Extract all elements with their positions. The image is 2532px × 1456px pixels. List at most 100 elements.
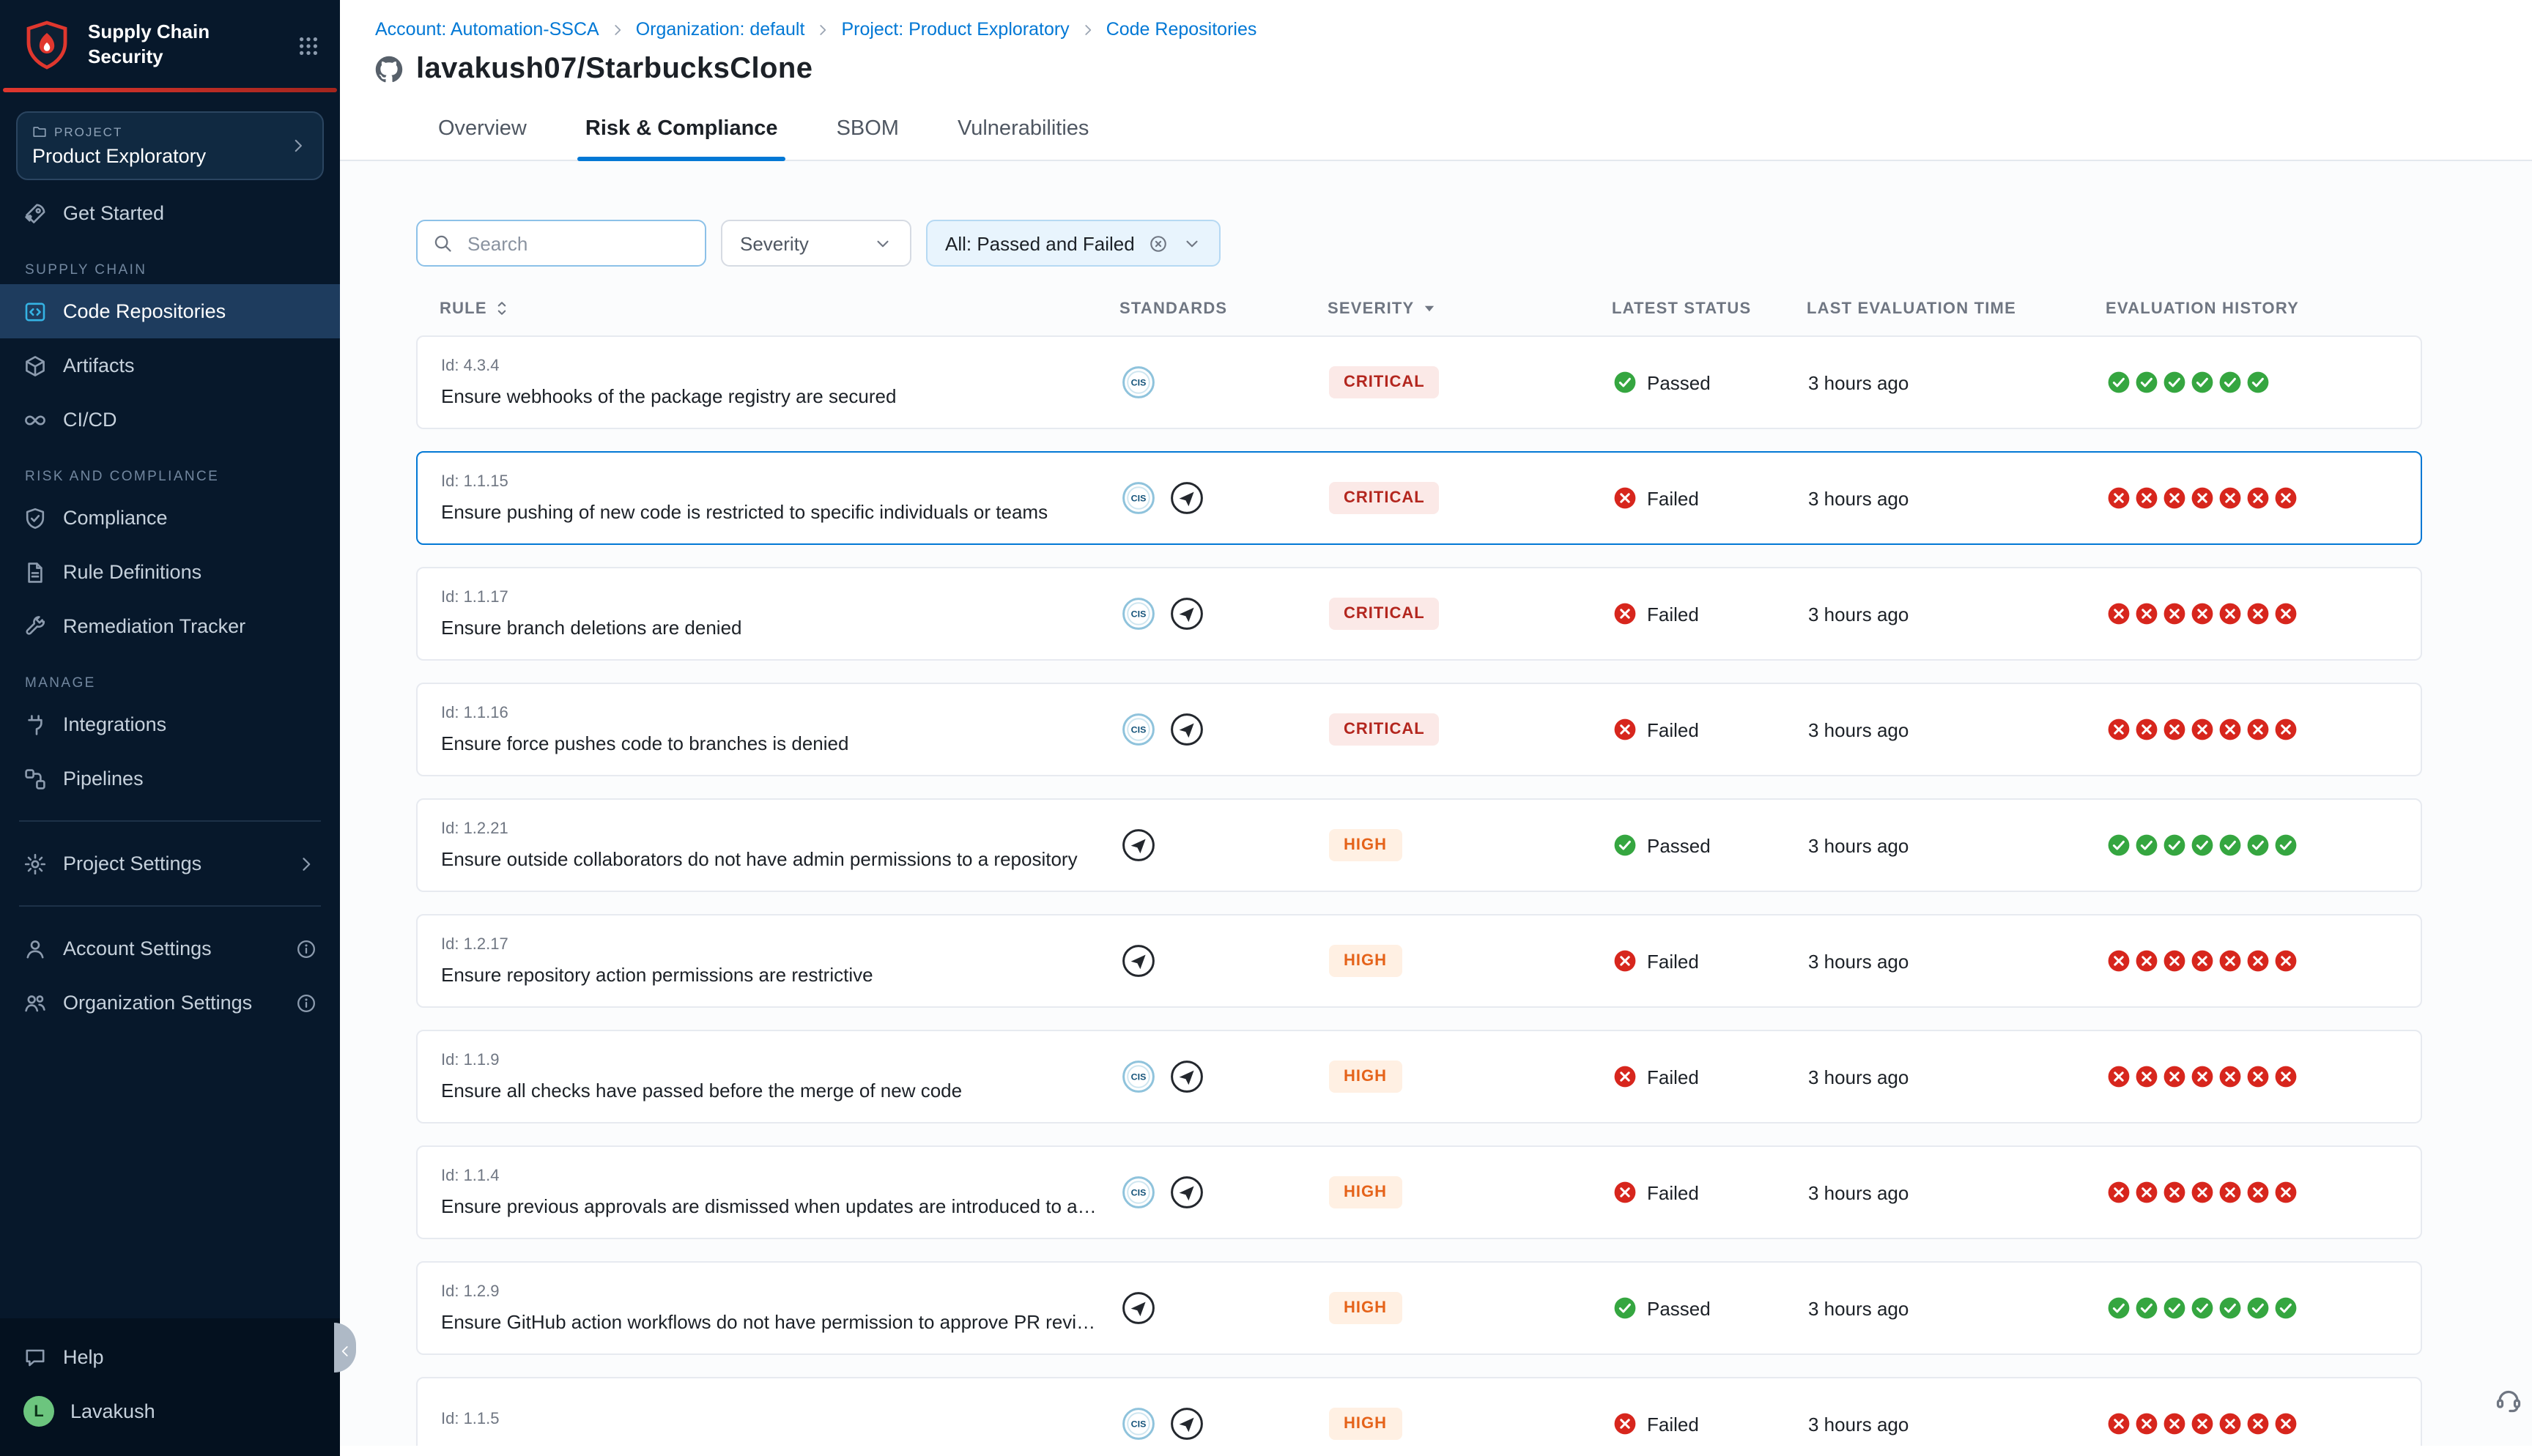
sidebar-item-label: Remediation Tracker [63,615,245,637]
column-header-rule[interactable]: RULE [416,299,1119,318]
rule-name: Ensure branch deletions are denied [441,617,1121,639]
sidebar-item-rule-definitions[interactable]: Rule Definitions [0,545,340,599]
page-header: Account: Automation-SSCA Organization: de… [340,0,2532,86]
svg-text:CIS: CIS [1131,378,1147,388]
severity-cell: HIGH [1329,1408,1613,1440]
sidebar-item-pipelines[interactable]: Pipelines [0,751,340,806]
severity-cell: HIGH [1329,829,1613,861]
rule-name: Ensure previous approvals are dismissed … [441,1195,1121,1217]
rules-table: RULESTANDARDSSEVERITYLATEST STATUSLAST E… [416,293,2422,1446]
sort-icon[interactable] [493,299,512,318]
people-icon [23,991,47,1014]
severity-badge: HIGH [1329,1408,1402,1440]
history-pass-icon [2135,1296,2158,1320]
evaluation-time: 3 hours ago [1808,834,2107,856]
search-box[interactable] [416,220,706,267]
breadcrumb-link-project-product-exploratory[interactable]: Project: Product Exploratory [841,19,1069,40]
tab-overview[interactable]: Overview [416,101,549,160]
support-chat-icon[interactable] [2494,1386,2523,1415]
status-cell: Failed [1613,1181,1808,1204]
integrations-icon [23,713,47,736]
breadcrumb-link-code-repositories[interactable]: Code Repositories [1106,19,1257,40]
rule-name: Ensure pushing of new code is restricted… [441,501,1121,523]
rule-id: Id: 1.2.17 [441,936,1121,954]
status-filter-label: All: Passed and Failed [945,232,1135,254]
history-fail-icon [2246,949,2270,973]
sidebar-item-code-repositories[interactable]: Code Repositories [0,284,340,338]
table-row[interactable]: Id: 1.1.17 Ensure branch deletions are d… [416,567,2422,661]
severity-filter[interactable]: Severity [721,220,911,267]
table-row[interactable]: Id: 1.2.9 Ensure GitHub action workflows… [416,1261,2422,1355]
paper-plane-icon [1169,1059,1204,1094]
app: Supply Chain Security PROJECT Product Ex… [0,0,2532,1456]
sidebar-item-ci-cd[interactable]: CI/CD [0,393,340,447]
column-header-severity[interactable]: SEVERITY [1328,299,1612,318]
sidebar-item-get-started[interactable]: Get Started [0,186,340,240]
sidebar-item-account-settings[interactable]: Account Settings [0,921,340,976]
table-row[interactable]: Id: 1.1.4 Ensure previous approvals are … [416,1145,2422,1239]
status-cell: Failed [1613,486,1808,510]
severity-cell: HIGH [1329,1176,1613,1208]
sidebar-item-remediation-tracker[interactable]: Remediation Tracker [0,599,340,653]
app-switcher-icon[interactable] [297,34,319,56]
history-pass-icon [2191,833,2214,857]
history-fail-icon [2246,602,2270,625]
sidebar-item-project-settings[interactable]: Project Settings [0,836,340,891]
severity-cell: CRITICAL [1329,482,1613,514]
tab-vulnerabilities[interactable]: Vulnerabilities [936,101,1111,160]
person-icon [23,937,47,960]
history-fail-icon [2191,718,2214,741]
clear-filter-icon[interactable] [1150,234,1169,253]
table-row[interactable]: Id: 1.1.15 Ensure pushing of new code is… [416,451,2422,545]
sidebar-item-integrations[interactable]: Integrations [0,697,340,751]
sidebar-item-user[interactable]: L Lavakush [0,1384,340,1438]
table-row[interactable]: Id: 1.2.21 Ensure outside collaborators … [416,798,2422,892]
compliance-icon [23,506,47,530]
table-row[interactable]: Id: 4.3.4 Ensure webhooks of the package… [416,335,2422,429]
breadcrumb-link-organization-default[interactable]: Organization: default [636,19,805,40]
sort-desc-icon[interactable] [1420,299,1439,318]
standards-cell [1121,943,1329,978]
sidebar-header: Supply Chain Security [0,0,340,88]
status-text: Passed [1647,1297,1711,1319]
tab-sbom[interactable]: SBOM [815,101,921,160]
cis-standard-icon: CIS [1121,1059,1156,1094]
page-title: lavakush07/StarbucksClone [416,53,812,86]
project-selector[interactable]: PROJECT Product Exploratory [16,111,324,180]
tab-risk-compliance[interactable]: Risk & Compliance [563,101,800,160]
history-fail-icon [2107,486,2131,510]
table-row[interactable]: Id: 1.1.16 Ensure force pushes code to b… [416,683,2422,776]
sidebar-item-compliance[interactable]: Compliance [0,491,340,545]
standards-cell: CIS [1121,1059,1329,1094]
status-text: Failed [1647,950,1699,972]
sidebar-item-organization-settings[interactable]: Organization Settings [0,976,340,1030]
evaluation-time: 3 hours ago [1808,1066,2107,1088]
breadcrumb-link-account-automation-ssca[interactable]: Account: Automation-SSCA [375,19,599,40]
rule-cell: Id: 1.2.21 Ensure outside collaborators … [418,820,1121,870]
column-header-standards: STANDARDS [1119,300,1328,317]
column-header-last-evaluation-time: LAST EVALUATION TIME [1807,300,2106,317]
search-input[interactable] [464,231,690,256]
rocket-icon [23,201,47,225]
history-pass-icon [2107,1296,2131,1320]
nav-section-title: SUPPLY CHAIN [25,262,340,278]
history-fail-icon [2107,1412,2131,1435]
status-cell: Failed [1613,949,1808,973]
rule-id: Id: 1.1.9 [441,1052,1121,1069]
status-cell: Passed [1613,371,1808,394]
code-repo-icon [23,300,47,323]
table-row[interactable]: Id: 1.1.9 Ensure all checks have passed … [416,1030,2422,1123]
table-row[interactable]: Id: 1.2.17 Ensure repository action perm… [416,914,2422,1008]
svg-text:CIS: CIS [1131,1419,1147,1430]
status-cell: Failed [1613,602,1808,625]
sidebar-item-help[interactable]: Help [0,1330,340,1384]
history-fail-icon [2163,718,2186,741]
table-row[interactable]: Id: 1.1.5 CIS HIGH Failed 3 hours ago [416,1377,2422,1446]
history-pass-icon [2135,833,2158,857]
sidebar-item-artifacts[interactable]: Artifacts [0,338,340,393]
info-icon [296,992,316,1013]
status-filter[interactable]: All: Passed and Failed [926,220,1221,267]
svg-text:CIS: CIS [1131,1188,1147,1198]
severity-cell: HIGH [1329,1292,1613,1324]
severity-cell: HIGH [1329,1061,1613,1093]
